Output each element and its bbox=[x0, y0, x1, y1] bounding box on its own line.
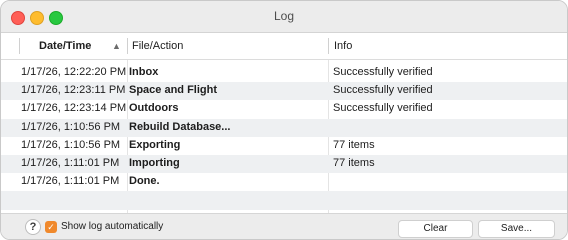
table-row[interactable]: 1/17/26, 1:10:56 PM Exporting 77 items bbox=[1, 137, 567, 155]
clear-button[interactable]: Clear bbox=[398, 220, 473, 238]
help-icon[interactable]: ? bbox=[25, 219, 41, 235]
table-row[interactable]: 1/17/26, 1:10:56 PM Rebuild Database... bbox=[1, 118, 567, 137]
header-divider bbox=[328, 38, 329, 54]
row-date: 1/17/26, 1:10:56 PM bbox=[21, 138, 121, 151]
checkmark-icon: ✓ bbox=[47, 222, 55, 232]
row-info: 77 items bbox=[333, 138, 375, 151]
row-info: Successfully verified bbox=[333, 66, 433, 78]
window-title: Log bbox=[273, 9, 295, 23]
row-file-action: Exporting bbox=[129, 138, 181, 151]
row-file-action: Importing bbox=[129, 156, 180, 169]
log-table: 1/17/26, 12:22:20 PM Inbox Successfully … bbox=[1, 64, 567, 210]
column-header-date[interactable]: Date/Time bbox=[39, 40, 91, 52]
row-date: 1/17/26, 12:23:14 PM bbox=[21, 102, 127, 115]
footer-bar: ? ✓ Show log automatically Clear Save... bbox=[1, 213, 567, 239]
row-date: 1/17/26, 1:11:01 PM bbox=[21, 156, 120, 169]
table-header: Date/Time ▲ File/Action Info bbox=[1, 33, 567, 60]
row-info: Successfully verified bbox=[333, 102, 433, 115]
table-row[interactable]: 1/17/26, 1:11:01 PM Importing 77 items bbox=[1, 154, 567, 174]
row-info: 77 items bbox=[333, 156, 375, 169]
row-file-action: Space and Flight bbox=[129, 84, 218, 97]
table-row[interactable]: 1/17/26, 12:23:14 PM Outdoors Successful… bbox=[1, 100, 567, 118]
save-button[interactable]: Save... bbox=[478, 220, 555, 238]
row-date: 1/17/26, 1:11:01 PM bbox=[21, 175, 120, 188]
row-date: 1/17/26, 1:10:56 PM bbox=[21, 120, 121, 133]
log-window: Log Date/Time ▲ File/Action Info 1/17/26… bbox=[0, 0, 568, 240]
row-info: Successfully verified bbox=[333, 84, 433, 97]
header-divider bbox=[19, 38, 20, 54]
show-log-label[interactable]: Show log automatically bbox=[61, 221, 163, 232]
table-row-empty bbox=[1, 191, 567, 210]
column-header-info[interactable]: Info bbox=[334, 40, 352, 52]
row-date: 1/17/26, 12:22:20 PM bbox=[21, 66, 127, 78]
show-log-checkbox[interactable]: ✓ bbox=[45, 221, 57, 233]
column-header-file-action[interactable]: File/Action bbox=[132, 40, 183, 52]
title-bar: Log bbox=[1, 1, 567, 33]
row-file-action: Done. bbox=[129, 175, 160, 188]
table-row[interactable]: 1/17/26, 12:23:11 PM Space and Flight Su… bbox=[1, 82, 567, 101]
header-divider bbox=[127, 38, 128, 54]
sort-ascending-icon[interactable]: ▲ bbox=[112, 41, 121, 51]
row-file-action: Outdoors bbox=[129, 102, 179, 115]
table-row[interactable]: 1/17/26, 1:11:01 PM Done. bbox=[1, 173, 567, 191]
row-date: 1/17/26, 12:23:11 PM bbox=[21, 84, 126, 97]
row-file-action: Rebuild Database... bbox=[129, 120, 231, 133]
table-row[interactable]: 1/17/26, 12:22:20 PM Inbox Successfully … bbox=[1, 64, 567, 82]
row-file-action: Inbox bbox=[129, 66, 159, 78]
